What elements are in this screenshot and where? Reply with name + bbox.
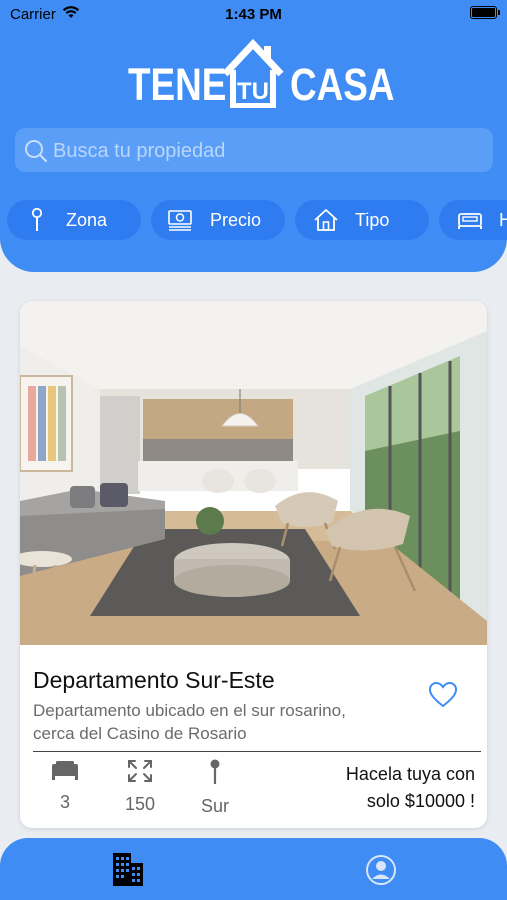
filter-chip-label: Precio bbox=[210, 210, 262, 230]
logo-word-tu: TU bbox=[237, 78, 269, 105]
listing-card[interactable]: Departamento Sur-Este Departamento ubica… bbox=[20, 301, 487, 828]
profile-icon[interactable] bbox=[365, 854, 397, 886]
filter-chip-tipo[interactable]: Tipo bbox=[295, 200, 429, 240]
filter-chips: Zona Precio Tipo H bbox=[0, 200, 507, 240]
feature-zone: Sur bbox=[185, 759, 245, 817]
card-divider bbox=[33, 751, 481, 752]
pin-icon bbox=[31, 208, 43, 231]
bed-icon bbox=[458, 213, 482, 229]
promo-line: Hacela tuya con bbox=[345, 764, 475, 784]
promo-line: solo $10000 ! bbox=[366, 791, 475, 811]
search-placeholder: Busca tu propiedad bbox=[53, 140, 226, 162]
listing-description: Departamento ubicado en el sur rosarino,… bbox=[33, 699, 393, 745]
filter-chip-precio[interactable]: Precio bbox=[151, 200, 285, 240]
battery-icon bbox=[470, 6, 500, 19]
feature-value: 3 bbox=[59, 792, 70, 812]
search-icon bbox=[25, 140, 48, 163]
filter-chip-zona[interactable]: Zona bbox=[7, 200, 141, 240]
app-screen: Carrier 1:43 PM TENE TU CASA Busca tu pr… bbox=[0, 0, 507, 900]
house-icon bbox=[314, 209, 338, 231]
app-logo: TENE TU CASA bbox=[128, 38, 395, 110]
listing-title: Departamento Sur-Este bbox=[33, 667, 275, 693]
header: Carrier 1:43 PM TENE TU CASA Busca tu pr… bbox=[0, 0, 507, 272]
bed-icon bbox=[52, 761, 78, 780]
filter-chip-label: Tipo bbox=[355, 210, 390, 230]
logo-word-tene: TENE bbox=[128, 59, 227, 110]
buildings-icon[interactable] bbox=[111, 851, 145, 887]
filter-chip-label: Zona bbox=[66, 210, 108, 230]
money-icon bbox=[168, 210, 192, 231]
logo-word-casa: CASA bbox=[290, 59, 395, 110]
feature-bedrooms: 3 bbox=[35, 759, 95, 813]
listing-description-line: cerca del Casino de Rosario bbox=[33, 724, 247, 743]
feature-area: 150 bbox=[110, 759, 170, 815]
listing-price-promo: Hacela tuya con solo $10000 ! bbox=[320, 761, 475, 815]
status-bar: Carrier 1:43 PM bbox=[0, 0, 507, 28]
filter-chip-habitaciones[interactable]: H bbox=[439, 200, 507, 240]
feature-value: 150 bbox=[124, 794, 156, 814]
filter-chip-label: H bbox=[499, 210, 507, 230]
status-time: 1:43 PM bbox=[225, 6, 282, 23]
tab-bar bbox=[0, 838, 507, 900]
feature-value: Sur bbox=[200, 796, 229, 816]
favorite-heart-icon[interactable] bbox=[428, 681, 458, 709]
pin-icon bbox=[210, 759, 220, 784]
expand-icon bbox=[128, 760, 152, 782]
listing-photo[interactable] bbox=[20, 301, 487, 645]
listing-description-line: Departamento ubicado en el sur rosarino, bbox=[33, 701, 346, 720]
search-bar[interactable]: Busca tu propiedad bbox=[15, 128, 493, 172]
